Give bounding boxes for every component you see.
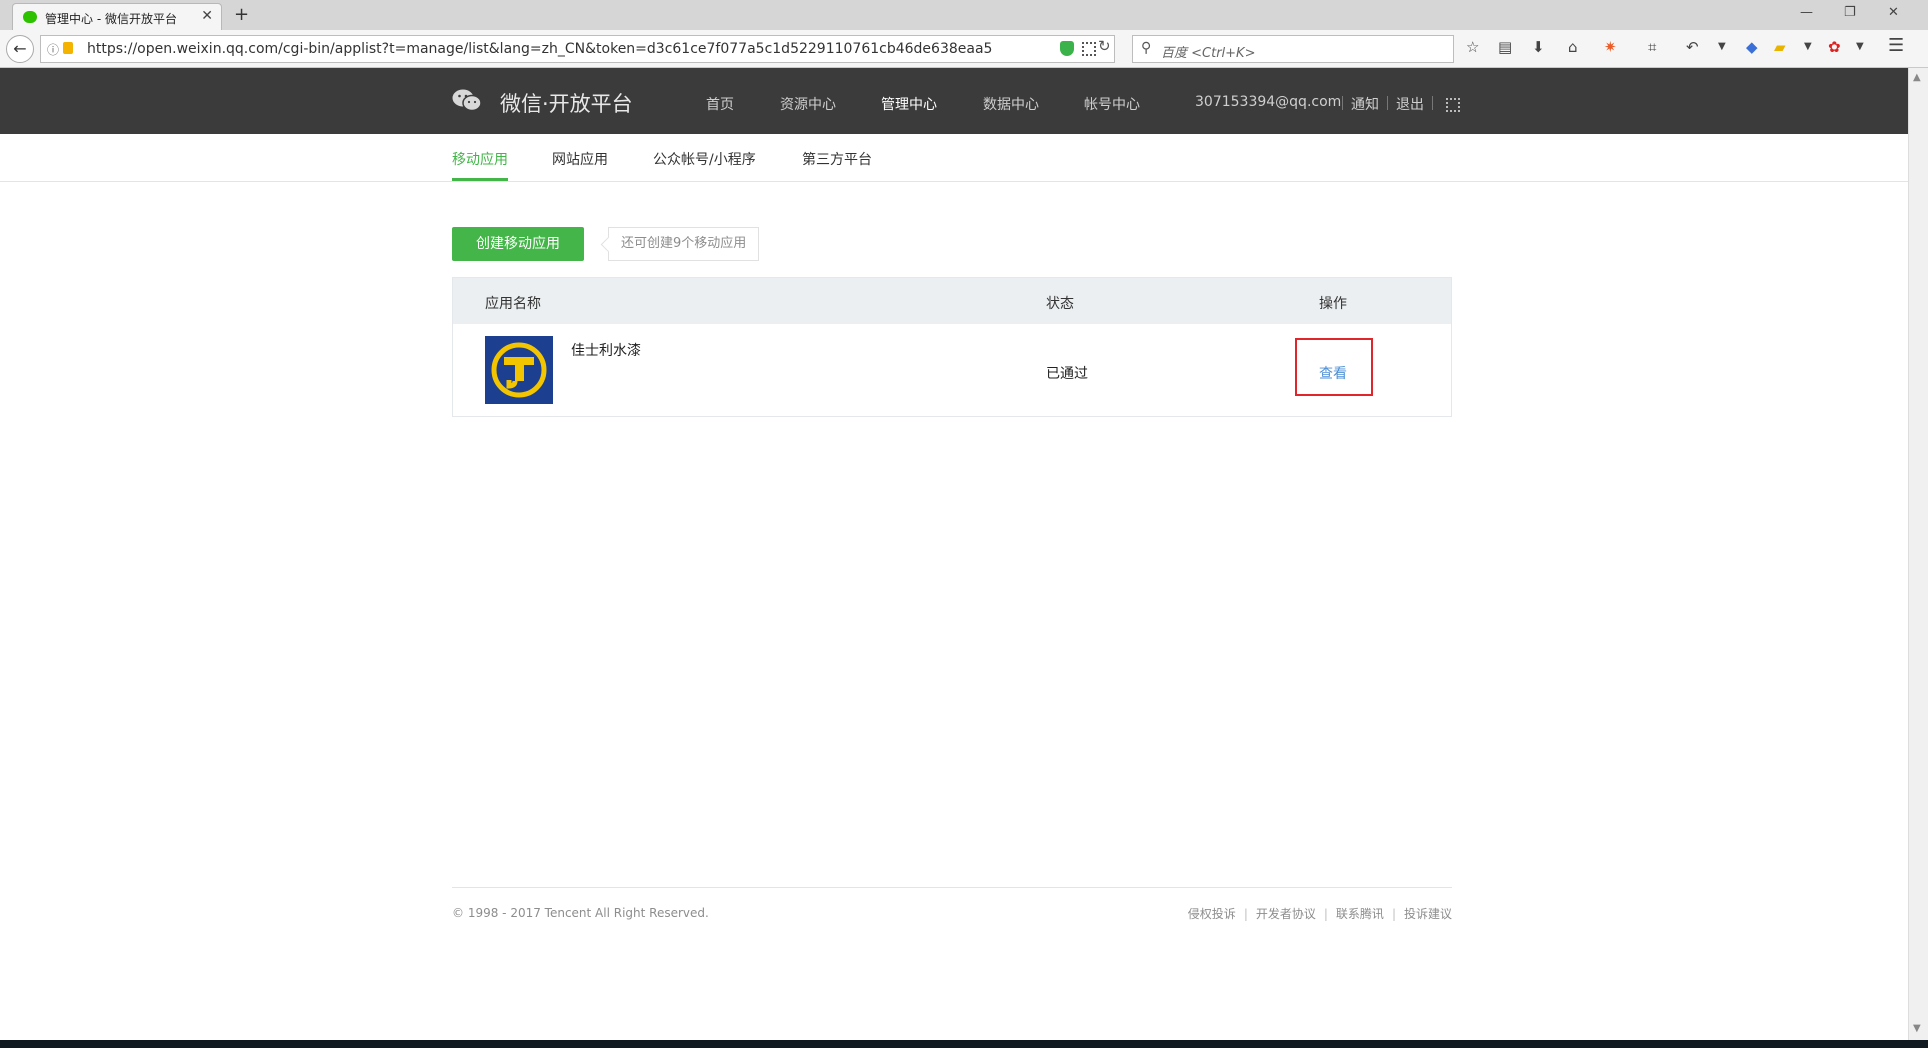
logo-text[interactable]: 微信·开放平台 bbox=[500, 88, 633, 118]
restore-icon[interactable]: ❐ bbox=[1844, 5, 1856, 20]
back-arrow-icon[interactable]: ← bbox=[6, 35, 34, 63]
nav-home[interactable]: 首页 bbox=[706, 94, 734, 114]
qr-code-icon[interactable] bbox=[1446, 98, 1460, 112]
user-email[interactable]: 307153394@qq.com bbox=[1195, 94, 1341, 110]
extension-multicolor-icon[interactable]: ◆ bbox=[1746, 38, 1758, 56]
page-scrollbar[interactable]: ▲ ▼ bbox=[1908, 68, 1928, 1040]
table-header: 应用名称 状态 操作 bbox=[453, 278, 1451, 324]
nav-account-center[interactable]: 帐号中心 bbox=[1084, 94, 1140, 114]
dropdown-arrow-icon[interactable]: ▼ bbox=[1804, 41, 1812, 52]
dropdown-arrow-icon[interactable]: ▼ bbox=[1718, 41, 1726, 52]
scroll-down-arrow-icon[interactable]: ▼ bbox=[1913, 1023, 1921, 1034]
app-name[interactable]: 佳士利水漆 bbox=[571, 340, 641, 360]
extension-fox-icon[interactable]: ✷ bbox=[1604, 38, 1617, 56]
nav-management-center[interactable]: 管理中心 bbox=[881, 94, 937, 114]
window-close-icon[interactable]: ✕ bbox=[1888, 5, 1899, 20]
wechat-favicon-icon bbox=[23, 11, 37, 23]
view-link[interactable]: 查看 bbox=[1319, 363, 1347, 383]
wechat-logo-icon[interactable] bbox=[452, 88, 482, 112]
search-icon: ⚲ bbox=[1141, 40, 1152, 56]
divider bbox=[1342, 96, 1343, 110]
search-input[interactable]: ⚲ 百度 <Ctrl+K> bbox=[1132, 35, 1454, 63]
divider: | bbox=[1391, 907, 1396, 921]
minimize-icon[interactable]: — bbox=[1800, 5, 1813, 20]
info-icon[interactable]: ⓘ bbox=[47, 41, 59, 58]
footer-links: 侵权投诉 | 开发者协议 | 联系腾讯 | 投诉建议 bbox=[1188, 905, 1452, 922]
bookmark-star-icon[interactable]: ☆ bbox=[1466, 38, 1479, 56]
tab-website-apps[interactable]: 网站应用 bbox=[552, 149, 608, 169]
url-text[interactable]: https://open.weixin.qq.com/cgi-bin/appli… bbox=[87, 41, 992, 57]
sub-nav: 移动应用 网站应用 公众帐号/小程序 第三方平台 bbox=[0, 134, 1908, 182]
footer-link-feedback[interactable]: 投诉建议 bbox=[1404, 907, 1452, 921]
tab-third-party-platform[interactable]: 第三方平台 bbox=[802, 149, 872, 169]
download-icon[interactable]: ⬇ bbox=[1532, 38, 1545, 56]
close-icon[interactable]: ✕ bbox=[201, 8, 213, 24]
notify-link[interactable]: 通知 bbox=[1351, 94, 1379, 114]
divider bbox=[1387, 96, 1388, 110]
status-badge: 已通过 bbox=[1046, 366, 1088, 382]
reading-list-icon[interactable]: ▤ bbox=[1498, 38, 1512, 56]
address-bar[interactable]: ⓘ https://open.weixin.qq.com/cgi-bin/app… bbox=[40, 35, 1115, 63]
tab-official-accounts[interactable]: 公众帐号/小程序 bbox=[653, 149, 756, 169]
browser-tab[interactable]: 管理中心 - 微信开放平台 ✕ bbox=[12, 3, 222, 30]
footer-link-infringement[interactable]: 侵权投诉 bbox=[1188, 907, 1236, 921]
crop-icon[interactable]: ⌗ bbox=[1648, 38, 1656, 56]
browser-nav-bar: ← ⓘ https://open.weixin.qq.com/cgi-bin/a… bbox=[0, 30, 1928, 68]
lock-warning-icon[interactable] bbox=[63, 42, 73, 54]
dropdown-arrow-icon[interactable]: ▼ bbox=[1856, 41, 1864, 52]
undo-icon[interactable]: ↶ bbox=[1686, 38, 1699, 56]
copyright: © 1998 - 2017 Tencent All Right Reserved… bbox=[452, 906, 709, 920]
tab-title: 管理中心 - 微信开放平台 bbox=[45, 12, 177, 26]
shield-icon[interactable] bbox=[1060, 41, 1074, 56]
footer-link-developer-agreement[interactable]: 开发者协议 bbox=[1256, 907, 1316, 921]
menu-hamburger-icon[interactable]: ☰ bbox=[1888, 35, 1904, 56]
reload-icon[interactable]: ↻ bbox=[1098, 37, 1111, 55]
footer-link-contact-tencent[interactable]: 联系腾讯 bbox=[1336, 907, 1384, 921]
tab-mobile-apps[interactable]: 移动应用 bbox=[452, 149, 508, 169]
logout-link[interactable]: 退出 bbox=[1396, 94, 1424, 114]
app-logo-icon bbox=[485, 336, 553, 404]
nav-data-center[interactable]: 数据中心 bbox=[983, 94, 1039, 114]
app-table: 应用名称 状态 操作 佳士利水漆 已通过 查看 bbox=[452, 277, 1452, 417]
scroll-up-arrow-icon[interactable]: ▲ bbox=[1913, 72, 1921, 83]
home-icon[interactable]: ⌂ bbox=[1568, 38, 1578, 56]
extension-folder-icon[interactable]: ▰ bbox=[1774, 38, 1786, 56]
qr-code-icon[interactable] bbox=[1082, 42, 1096, 56]
divider bbox=[1432, 96, 1433, 110]
remaining-quota-hint: 还可创建9个移动应用 bbox=[608, 227, 760, 261]
browser-tab-bar: 管理中心 - 微信开放平台 ✕ + — ❐ ✕ bbox=[0, 0, 1928, 30]
extension-red-icon[interactable]: ✿ bbox=[1828, 38, 1841, 56]
nav-resource-center[interactable]: 资源中心 bbox=[780, 94, 836, 114]
active-tab-underline bbox=[452, 178, 508, 181]
header-status: 状态 bbox=[1046, 296, 1074, 312]
divider: | bbox=[1323, 907, 1328, 921]
os-taskbar bbox=[0, 1040, 1928, 1048]
header-app-name: 应用名称 bbox=[485, 296, 541, 312]
footer-divider bbox=[452, 887, 1452, 888]
divider: | bbox=[1243, 907, 1248, 921]
header-operation: 操作 bbox=[1319, 296, 1347, 312]
site-header: 微信·开放平台 首页 资源中心 管理中心 数据中心 帐号中心 307153394… bbox=[0, 68, 1908, 134]
search-placeholder: 百度 <Ctrl+K> bbox=[1161, 46, 1256, 61]
create-mobile-app-button[interactable]: 创建移动应用 bbox=[452, 227, 584, 261]
new-tab-plus-icon[interactable]: + bbox=[234, 4, 249, 25]
